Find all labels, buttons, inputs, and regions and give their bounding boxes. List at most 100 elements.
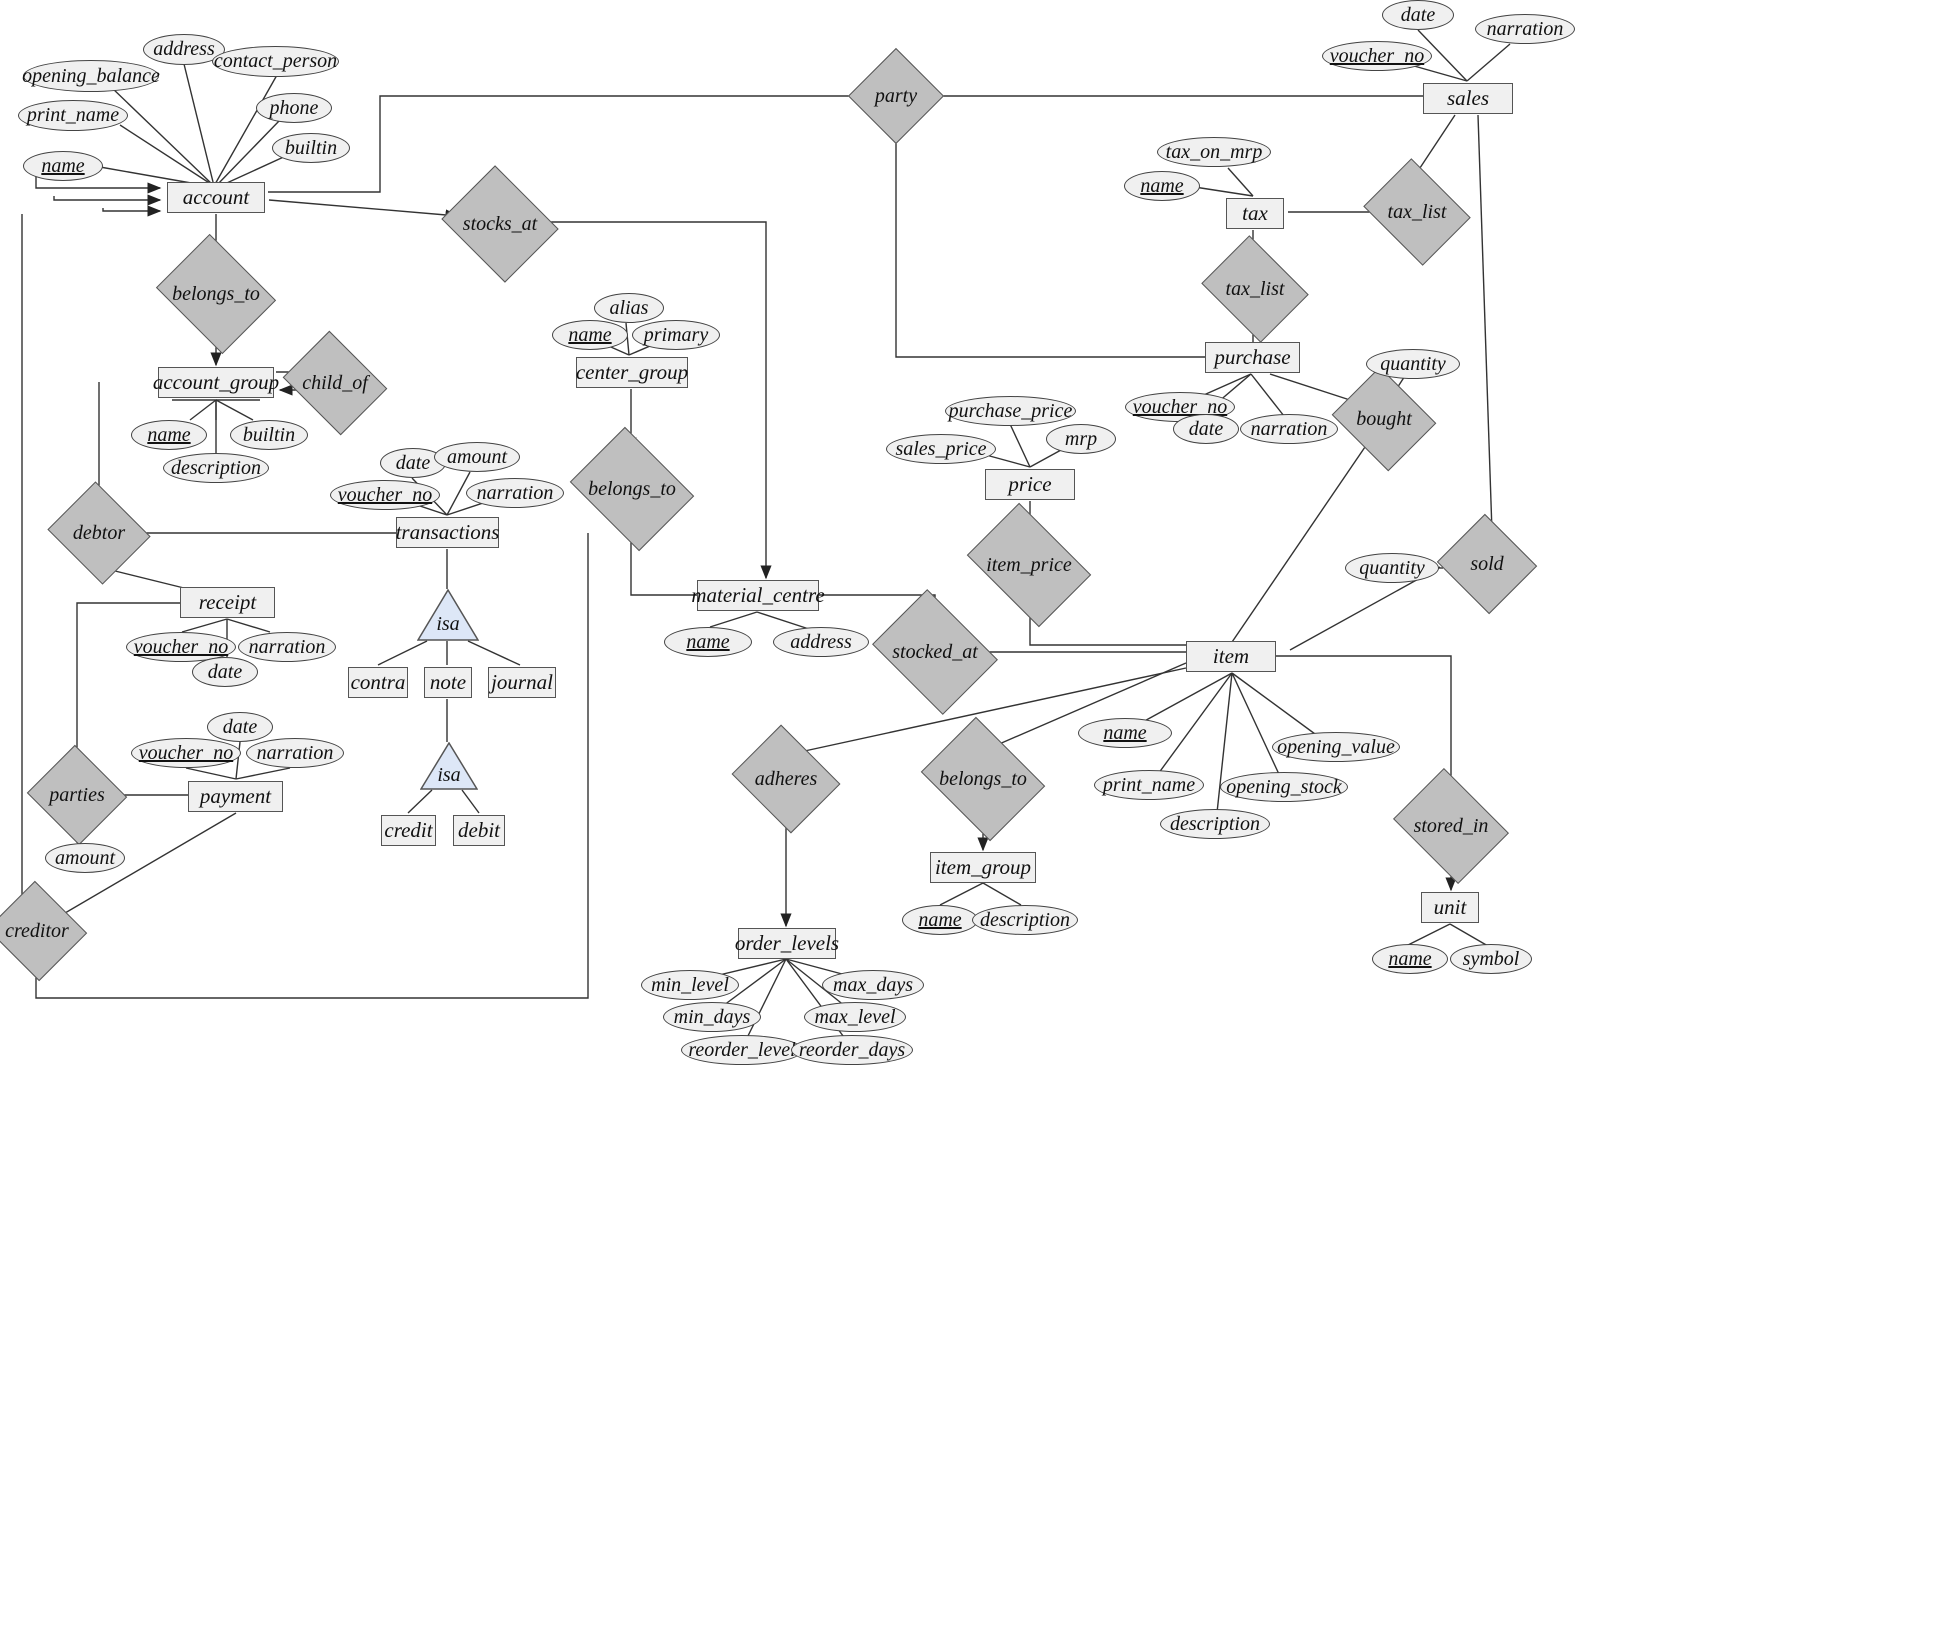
relationship-belongs-to-center-group[interactable]: belongs_to: [569, 426, 695, 552]
attribute-narration-receipt[interactable]: narration: [238, 632, 336, 662]
attribute-amount-parties[interactable]: amount: [45, 843, 125, 873]
attribute-amount-transactions[interactable]: amount: [434, 442, 520, 472]
attribute-label: address: [153, 38, 215, 60]
attribute-date-receipt[interactable]: date: [192, 657, 258, 687]
relationship-belongs-to-item-group[interactable]: belongs_to: [920, 716, 1046, 842]
relationship-stocked-at[interactable]: stocked_at: [872, 589, 998, 715]
attribute-address-material-centre[interactable]: address: [773, 627, 869, 657]
entity-tax[interactable]: tax: [1226, 198, 1284, 229]
attribute-symbol-unit[interactable]: symbol: [1450, 944, 1532, 974]
er-diagram-canvas: account account_group transactions recei…: [0, 0, 1948, 1652]
entity-unit[interactable]: unit: [1421, 892, 1479, 923]
attribute-description-item[interactable]: description: [1160, 809, 1270, 839]
relationship-bought[interactable]: bought: [1331, 366, 1437, 472]
attribute-quantity-bought[interactable]: quantity: [1366, 349, 1460, 379]
attribute-narration-transactions[interactable]: narration: [466, 478, 564, 508]
attribute-builtin-account-group[interactable]: builtin: [230, 420, 308, 450]
entity-order-levels[interactable]: order_levels: [735, 928, 839, 959]
attribute-mrp[interactable]: mrp: [1046, 424, 1116, 454]
attribute-builtin-account[interactable]: builtin: [272, 133, 350, 163]
attribute-primary-center-group[interactable]: primary: [632, 320, 720, 350]
attribute-label: narration: [476, 481, 554, 504]
attribute-label: print_name: [1102, 773, 1196, 796]
relationship-label: stocked_at: [892, 640, 978, 663]
attribute-name-account-group[interactable]: name: [131, 420, 207, 450]
attribute-narration-payment[interactable]: narration: [246, 738, 344, 768]
relationship-label: sold: [1470, 552, 1504, 575]
attribute-name-material-centre[interactable]: name: [664, 627, 752, 657]
relationship-sold[interactable]: sold: [1436, 513, 1538, 615]
entity-label: sales: [1447, 86, 1489, 111]
attribute-sales-price[interactable]: sales_price: [886, 434, 996, 464]
relationship-party[interactable]: party: [847, 47, 945, 145]
attribute-voucher-no-payment[interactable]: voucher_no: [131, 738, 241, 768]
attribute-voucher-no-sales[interactable]: voucher_no: [1322, 41, 1432, 71]
attribute-alias-center-group[interactable]: alias: [594, 293, 664, 323]
attribute-name-center-group[interactable]: name: [552, 320, 628, 350]
attribute-contact-person[interactable]: contact_person: [212, 46, 339, 77]
attribute-name-account[interactable]: name: [23, 151, 103, 181]
relationship-parties[interactable]: parties: [26, 744, 128, 846]
relationship-item-price[interactable]: item_price: [966, 502, 1092, 628]
attribute-quantity-sold[interactable]: quantity: [1345, 553, 1439, 583]
attribute-min-days[interactable]: min_days: [663, 1002, 761, 1032]
attribute-label: opening_stock: [1226, 775, 1342, 798]
entity-label: transactions: [395, 520, 500, 545]
entity-purchase[interactable]: purchase: [1205, 342, 1300, 373]
relationship-stocks-at[interactable]: stocks_at: [441, 165, 559, 283]
entity-payment[interactable]: payment: [188, 781, 283, 812]
attribute-max-days[interactable]: max_days: [822, 970, 924, 1000]
relationship-debtor[interactable]: debtor: [47, 481, 151, 585]
entity-receipt[interactable]: receipt: [180, 587, 275, 618]
attribute-min-level[interactable]: min_level: [641, 970, 739, 1000]
attribute-narration-purchase[interactable]: narration: [1240, 414, 1338, 444]
attribute-narration-sales[interactable]: narration: [1475, 14, 1575, 44]
entity-item-group[interactable]: item_group: [930, 852, 1036, 883]
attribute-reorder-level[interactable]: reorder_level: [681, 1035, 803, 1065]
isa-transactions[interactable]: isa: [417, 589, 479, 641]
relationship-tax-list-purchase[interactable]: tax_list: [1201, 235, 1309, 343]
entity-label: contra: [350, 670, 406, 695]
entity-center-group[interactable]: center_group: [576, 357, 688, 388]
attribute-description-account-group[interactable]: description: [163, 453, 269, 483]
attribute-phone[interactable]: phone: [256, 93, 332, 123]
entity-sales[interactable]: sales: [1423, 83, 1513, 114]
relationship-tax-list-sales[interactable]: tax_list: [1363, 158, 1471, 266]
attribute-voucher-no-transactions[interactable]: voucher_no: [330, 480, 440, 510]
attribute-print-name-item[interactable]: print_name: [1094, 770, 1204, 800]
attribute-opening-balance[interactable]: opening_balance: [22, 60, 160, 92]
attribute-opening-stock-item[interactable]: opening_stock: [1220, 772, 1348, 802]
attribute-reorder-days[interactable]: reorder_days: [791, 1035, 913, 1065]
relationship-adheres[interactable]: adheres: [731, 724, 841, 834]
attribute-date-purchase[interactable]: date: [1173, 414, 1239, 444]
attribute-date-payment[interactable]: date: [207, 712, 273, 742]
entity-credit[interactable]: credit: [381, 815, 436, 846]
entity-account[interactable]: account: [167, 182, 265, 213]
attribute-tax-on-mrp[interactable]: tax_on_mrp: [1157, 137, 1271, 167]
entity-journal[interactable]: journal: [488, 667, 556, 698]
entity-material-centre[interactable]: material_centre: [691, 580, 825, 611]
relationship-child-of[interactable]: child_of: [282, 330, 388, 436]
entity-transactions[interactable]: transactions: [396, 517, 499, 548]
attribute-name-unit[interactable]: name: [1372, 944, 1448, 974]
isa-note[interactable]: isa: [420, 742, 478, 790]
entity-debit[interactable]: debit: [453, 815, 505, 846]
attribute-purchase-price[interactable]: purchase_price: [945, 396, 1076, 426]
entity-contra[interactable]: contra: [348, 667, 408, 698]
entity-price[interactable]: price: [985, 469, 1075, 500]
attribute-name-tax[interactable]: name: [1124, 171, 1200, 201]
relationship-belongs-to-account[interactable]: belongs_to: [155, 233, 277, 355]
attribute-label: builtin: [242, 423, 296, 446]
entity-note[interactable]: note: [424, 667, 472, 698]
attribute-description-item-group[interactable]: description: [972, 905, 1078, 935]
attribute-name-item-group[interactable]: name: [902, 905, 978, 935]
attribute-print-name-account[interactable]: print_name: [18, 100, 128, 131]
entity-item[interactable]: item: [1186, 641, 1276, 672]
relationship-creditor[interactable]: creditor: [0, 880, 88, 982]
attribute-max-level[interactable]: max_level: [804, 1002, 906, 1032]
attribute-date-sales[interactable]: date: [1382, 0, 1454, 30]
relationship-stored-in[interactable]: stored_in: [1393, 768, 1509, 884]
attribute-opening-value-item[interactable]: opening_value: [1272, 732, 1400, 762]
entity-account-group[interactable]: account_group: [153, 367, 279, 398]
attribute-name-item[interactable]: name: [1078, 718, 1172, 748]
